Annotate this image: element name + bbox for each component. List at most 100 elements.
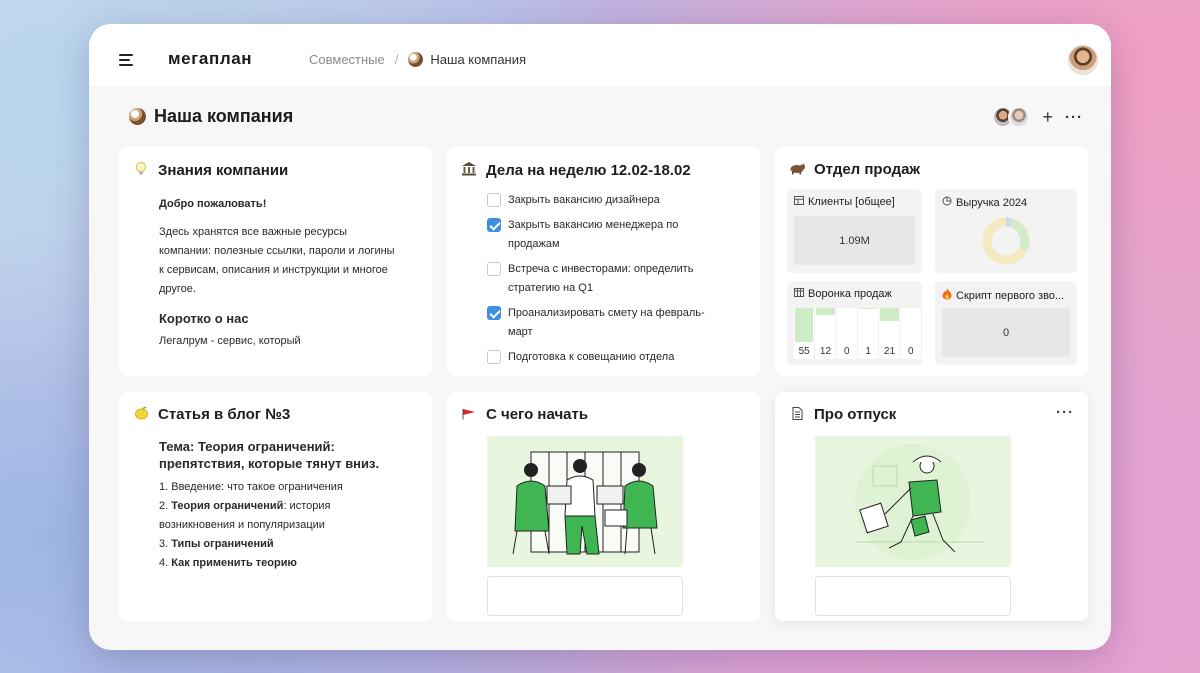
script-value: 0	[942, 308, 1070, 357]
member-avatar[interactable]	[1008, 106, 1031, 128]
todo-checkbox[interactable]	[487, 218, 501, 232]
todo-checkbox[interactable]	[487, 350, 501, 364]
list-number: 1.	[159, 481, 169, 493]
widget-script[interactable]: Скрипт первого зво... 0	[935, 281, 1077, 365]
card-getting-started[interactable]: С чего начать	[447, 392, 760, 621]
coconut-icon	[408, 52, 424, 67]
funnel-column: 55	[794, 308, 816, 359]
vacation-illustration	[815, 436, 1011, 567]
widget-title-label: Выручка 2024	[956, 196, 1028, 209]
list-bold: Типы ограничений	[171, 538, 274, 550]
card-header: Дела на неделю 12.02-18.02	[460, 161, 691, 179]
bear-icon	[788, 162, 806, 178]
widget-title: Выручка 2024	[942, 196, 1070, 209]
funnel-chart: 55 12 0 1 21 0	[794, 308, 922, 359]
card-header: Отдел продаж	[788, 161, 920, 178]
funnel-value: 1	[865, 346, 871, 357]
card-sales[interactable]: Отдел продаж Клиенты [общее] 1.09M Выруч…	[775, 147, 1088, 376]
funnel-bar	[816, 308, 835, 315]
todo-list: Закрыть вакансию дизайнера Закрыть вакан…	[487, 191, 727, 373]
card-title: Дела на неделю 12.02-18.02	[486, 161, 691, 179]
list-text: Введение: что такое ограничения	[171, 481, 343, 493]
breadcrumb-current[interactable]: Наша компания	[408, 52, 526, 67]
widget-title-label: Скрипт первого зво...	[956, 289, 1065, 302]
widget-title: Воронка продаж	[794, 288, 922, 300]
todo-text: Встреча с инвесторами: определить страте…	[508, 263, 694, 294]
blog-list-item: 3. Типы ограничений	[159, 535, 399, 554]
funnel-column: 12	[815, 308, 837, 359]
widget-title-label: Воронка продаж	[808, 288, 892, 300]
todo-item: Закрыть вакансию дизайнера	[487, 191, 727, 210]
funnel-bar	[795, 308, 814, 342]
card-title: Про отпуск	[814, 406, 897, 423]
widget-funnel[interactable]: Воронка продаж 55 12 0 1 21 0	[787, 281, 922, 365]
card-knowledge[interactable]: Знания компании Добро пожаловать! Здесь …	[119, 147, 432, 376]
widget-clients[interactable]: Клиенты [общее] 1.09M	[787, 189, 922, 273]
clients-value: 1.09M	[794, 216, 915, 265]
more-icon[interactable]: ···	[1056, 404, 1074, 421]
blog-list-item: 2. Теория ограничений: история возникнов…	[159, 497, 399, 535]
knowledge-content: Добро пожаловать! Здесь хранятся все важ…	[159, 195, 399, 360]
card-blog[interactable]: Статья в блог №3 Тема: Теория ограничени…	[119, 392, 432, 621]
content-block[interactable]	[815, 576, 1011, 616]
widget-title-label: Клиенты [общее]	[808, 196, 895, 208]
card-header: С чего начать	[460, 406, 588, 423]
fire-icon	[942, 288, 952, 303]
menu-icon[interactable]	[119, 54, 135, 66]
card-header: Про отпуск	[788, 406, 896, 423]
list-bold: Как применить теорию	[171, 557, 297, 569]
todo-checkbox[interactable]	[487, 262, 501, 276]
lemon-icon	[132, 406, 150, 423]
card-tasks[interactable]: Дела на неделю 12.02-18.02 Закрыть вакан…	[447, 147, 760, 376]
funnel-value: 12	[819, 346, 832, 357]
about-heading: Коротко о нас	[159, 311, 249, 326]
card-title: Знания компании	[158, 162, 289, 179]
card-vacation[interactable]: Про отпуск ···	[775, 392, 1088, 621]
todo-text: Закрыть вакансию менеджера по продажам	[508, 219, 679, 250]
add-icon[interactable]: +	[1042, 108, 1053, 126]
card-title: Отдел продаж	[814, 161, 921, 178]
funnel-bar	[880, 308, 899, 321]
blog-list-item: 1. Введение: что такое ограничения	[159, 478, 399, 497]
funnel-column: 0	[837, 308, 858, 359]
bank-icon	[460, 161, 478, 179]
page-title: Наша компания	[129, 106, 293, 127]
todo-text: Закрыть вакансию дизайнера	[508, 194, 660, 206]
breadcrumb-parent[interactable]: Совместные	[309, 52, 385, 67]
todo-checkbox[interactable]	[487, 306, 501, 320]
funnel-value: 21	[883, 346, 896, 357]
lightbulb-icon	[132, 161, 150, 180]
document-icon	[788, 406, 806, 423]
user-avatar[interactable]	[1068, 45, 1098, 75]
widget-title: Скрипт первого зво...	[942, 288, 1070, 303]
app-window: мегаплан Совместные / Наша компания Наша…	[89, 24, 1111, 650]
flag-icon	[460, 407, 478, 423]
list-number: 3.	[159, 538, 169, 550]
table-icon	[794, 196, 804, 208]
welcome-text: Добро пожаловать!	[159, 198, 267, 210]
blog-list-item: 4. Как применить теорию	[159, 554, 399, 573]
funnel-column: 21	[879, 308, 901, 359]
todo-text: Проанализировать смету на февраль-март	[508, 307, 705, 338]
pie-chart-icon	[942, 196, 952, 209]
widget-revenue[interactable]: Выручка 2024	[935, 189, 1077, 273]
card-title: Статья в блог №3	[158, 406, 291, 423]
todo-checkbox[interactable]	[487, 193, 501, 207]
intro-text: Здесь хранятся все важные ресурсы компан…	[159, 226, 395, 295]
funnel-value: 0	[844, 346, 850, 357]
list-bold: Теория ограничений	[171, 500, 284, 512]
logo: мегаплан	[168, 49, 253, 68]
widget-title: Клиенты [общее]	[794, 196, 922, 208]
funnel-value: 0	[908, 346, 914, 357]
page-title-label: Наша компания	[154, 106, 294, 126]
funnel-column: 1	[858, 308, 880, 359]
blog-topic: Тема: Теория ограничений: препятствия, к…	[159, 439, 380, 471]
top-bar: мегаплан Совместные / Наша компания	[89, 24, 1111, 86]
card-header: Статья в блог №3	[132, 406, 290, 423]
members-avatars[interactable]	[992, 106, 1031, 128]
content-block[interactable]	[487, 576, 683, 616]
page-actions: + ···	[992, 106, 1083, 128]
todo-item: Закрыть вакансию менеджера по продажам	[487, 216, 727, 254]
more-icon[interactable]: ···	[1065, 110, 1083, 125]
todo-text: Подготовка к совещанию отдела	[508, 351, 675, 363]
